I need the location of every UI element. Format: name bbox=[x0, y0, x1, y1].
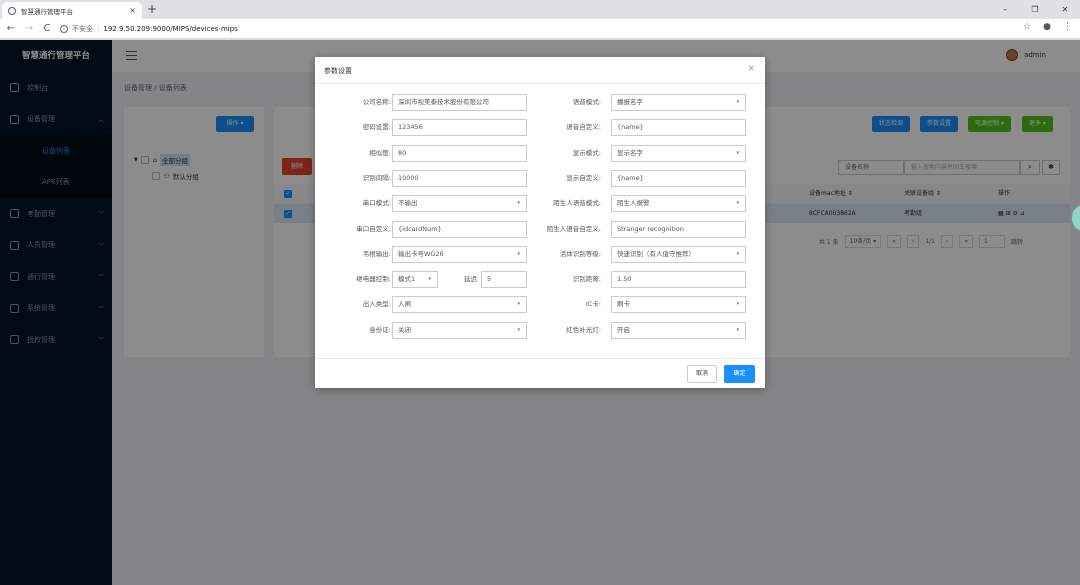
form-row-right-2: 显示模式: 显示名字 ▾ bbox=[315, 144, 765, 162]
chevron-down-icon: ▾ bbox=[736, 99, 739, 105]
field-select[interactable]: 播报名字 ▾ bbox=[611, 94, 746, 111]
form-row-right-5: 陌生人语音自定义: Stranger recognition bbox=[315, 220, 765, 238]
omnibox-separator: | bbox=[97, 24, 100, 33]
field-label: 继电器控制: bbox=[356, 275, 391, 284]
globe-icon bbox=[8, 6, 16, 15]
form-row-right-4: 陌生人语音模式: 陌生人报警 ▾ bbox=[315, 195, 765, 213]
field-label: 活体识别等级: bbox=[559, 249, 601, 258]
field-value: 开启 bbox=[617, 325, 630, 334]
address-bar: ← → C i 不安全 | 192.9.50.209:9000/MIPS/dev… bbox=[0, 19, 1080, 39]
dialog-header: 参数设置 × bbox=[315, 57, 765, 84]
field-select[interactable]: 开启 ▾ bbox=[611, 321, 746, 339]
profile-icon[interactable]: ● bbox=[1043, 22, 1051, 32]
field-select[interactable]: 陌生人报警 ▾ bbox=[611, 195, 746, 213]
field-label: 陌生人语音模式: bbox=[553, 199, 601, 208]
window-controls: – ❐ ✕ bbox=[990, 0, 1080, 19]
window-close-button[interactable]: ✕ bbox=[1050, 0, 1080, 19]
field-label: 语音模式: bbox=[572, 98, 601, 106]
field-value: 5 bbox=[487, 275, 492, 284]
form-row-right-0: 语音模式: 播报名字 ▾ bbox=[315, 94, 765, 111]
dialog-footer: 取消 确定 bbox=[315, 358, 765, 388]
chevron-down-icon: ▾ bbox=[736, 250, 739, 257]
insecure-label: 不安全 bbox=[72, 24, 93, 33]
info-icon[interactable]: i bbox=[60, 24, 68, 33]
chevron-down-icon: ▾ bbox=[428, 276, 431, 283]
field-value: 播报名字 bbox=[617, 98, 643, 106]
forward-button[interactable]: → bbox=[22, 23, 36, 34]
field-select[interactable]: 刷卡 ▾ bbox=[611, 296, 746, 314]
tab-title: 智慧通行管理平台 bbox=[21, 7, 73, 16]
browser-tab[interactable]: 智慧通行管理平台 × bbox=[2, 2, 142, 19]
field-value: 刷卡 bbox=[617, 300, 630, 309]
tab-close-icon[interactable]: × bbox=[129, 6, 136, 15]
field-label: 陌生人语音自定义: bbox=[546, 224, 601, 233]
field-value: 陌生人报警 bbox=[617, 199, 650, 208]
field-value: Stranger recognition bbox=[617, 224, 684, 233]
field-value: 模式1 bbox=[398, 275, 416, 284]
maximize-button[interactable]: ❐ bbox=[1020, 0, 1050, 19]
form-row-right-9: 红色补光灯: 开启 ▾ bbox=[315, 321, 765, 339]
omnibox[interactable]: i 不安全 | 192.9.50.209:9000/MIPS/devices-m… bbox=[60, 24, 238, 34]
chevron-down-icon: ▾ bbox=[736, 200, 739, 207]
field-label: IC卡: bbox=[585, 300, 601, 309]
reload-button[interactable]: C bbox=[40, 23, 54, 34]
field-label: 延迟 bbox=[464, 275, 477, 284]
star-icon[interactable]: ☆ bbox=[1023, 22, 1031, 32]
chevron-down-icon: ▾ bbox=[736, 326, 739, 333]
field-value: {name} bbox=[617, 173, 644, 182]
chevron-down-icon: ▾ bbox=[736, 301, 739, 308]
form-row-relay: 继电器控制: 模式1 ▾ 延迟 5 bbox=[315, 271, 765, 289]
field-label: 显示模式: bbox=[572, 148, 601, 157]
form-row-right-3: 显示自定义: {name} bbox=[315, 169, 765, 187]
confirm-button[interactable]: 确定 bbox=[724, 365, 755, 383]
field-input[interactable]: {name} bbox=[611, 169, 746, 187]
new-tab-button[interactable]: + bbox=[147, 2, 157, 16]
floating-handle[interactable] bbox=[1072, 205, 1080, 231]
back-button[interactable]: ← bbox=[4, 23, 18, 34]
field-value: {name} bbox=[617, 123, 644, 132]
field-select[interactable]: 显示名字 ▾ bbox=[611, 144, 746, 162]
field-label: 红色补光灯: bbox=[566, 325, 601, 334]
close-icon[interactable]: × bbox=[747, 64, 755, 74]
form-row-right-8: IC卡: 刷卡 ▾ bbox=[315, 296, 765, 314]
field-input[interactable]: {name} bbox=[611, 119, 746, 137]
minimize-button[interactable]: – bbox=[990, 0, 1020, 19]
field-input[interactable]: Stranger recognition bbox=[611, 220, 746, 238]
field-value: 显示名字 bbox=[617, 148, 643, 157]
field-value: 快速识别（有人值守推荐） bbox=[617, 249, 695, 258]
dialog-title: 参数设置 bbox=[324, 67, 352, 75]
cancel-button[interactable]: 取消 bbox=[687, 365, 717, 383]
relay-mode-select[interactable]: 模式1 ▾ bbox=[392, 271, 438, 289]
field-label: 语音自定义: bbox=[566, 123, 601, 132]
form-row-right-1: 语音自定义: {name} bbox=[315, 119, 765, 137]
chevron-down-icon: ▾ bbox=[736, 149, 739, 156]
field-select[interactable]: 快速识别（有人值守推荐） ▾ bbox=[611, 245, 746, 263]
relay-delay-input[interactable]: 5 bbox=[481, 271, 527, 289]
browser-tabstrip: 智慧通行管理平台 × + – ❐ ✕ bbox=[0, 0, 1080, 19]
more-icon[interactable]: ⋮ bbox=[1063, 22, 1072, 32]
form-row-right-6: 活体识别等级: 快速识别（有人值守推荐） ▾ bbox=[315, 245, 765, 263]
field-label: 显示自定义: bbox=[566, 173, 601, 182]
param-settings-dialog: 参数设置 × 公司名称: 深圳市视美泰技术股份有限公司 密码设置: 123456 相似度… bbox=[315, 57, 765, 388]
url-text[interactable]: 192.9.50.209:9000/MIPS/devices-mips bbox=[103, 25, 237, 33]
